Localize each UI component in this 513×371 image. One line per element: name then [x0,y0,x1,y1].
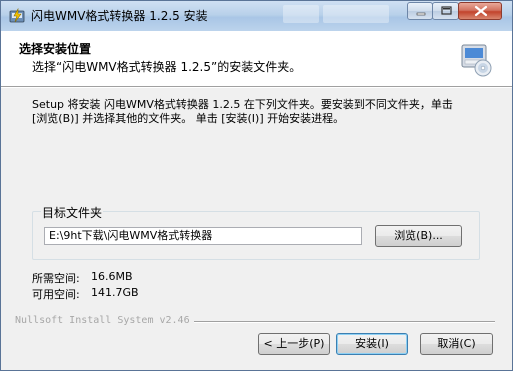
required-space-label: 所需空间: [32,272,80,285]
close-icon [474,5,488,17]
nsis-brand-text: Nullsoft Install System v2.46 [15,315,194,326]
minimize-icon [416,12,426,16]
header-divider [1,86,512,88]
available-space-label: 可用空间: [32,288,80,301]
minimize-button[interactable] [407,2,433,20]
installer-window: 闪电WMV格式转换器 1.2.5 安装 选择安装位置 选择“闪电WMV格式转换器… [0,0,513,371]
destination-folder-label: 目标文件夹 [41,204,104,221]
install-button[interactable]: 安装(I) [336,333,408,355]
installer-app-icon [9,8,25,23]
maximize-icon [441,6,452,15]
instruction-text-line-1: Setup 将安装 闪电WMV格式转换器 1.2.5 在下列文件夹。要安装到不同… [32,98,453,111]
page-subtitle: 选择“闪电WMV格式转换器 1.2.5”的安装文件夹。 [32,60,302,74]
back-button[interactable]: < 上一步(P) [258,333,330,355]
installer-disc-icon [461,44,492,77]
titlebar-glass-reflection [283,5,319,23]
maximize-button[interactable] [432,2,459,20]
close-button[interactable] [458,2,502,20]
available-space-value: 141.7GB [91,286,139,299]
window-title: 闪电WMV格式转换器 1.2.5 安装 [31,9,208,23]
cancel-button[interactable]: 取消(C) [420,333,493,355]
instruction-text-line-2: [浏览(B)] 并选择其他的文件夹。 单击 [安装(I)] 开始安装进程。 [32,112,345,125]
browse-button[interactable]: 浏览(B)... [375,225,462,247]
titlebar-glass-reflection [323,5,389,23]
page-title: 选择安装位置 [19,42,92,56]
page-header: 选择安装位置 选择“闪电WMV格式转换器 1.2.5”的安装文件夹。 [1,31,512,86]
destination-path-input[interactable]: E:\9ht下载\闪电WMV格式转换器 [44,227,362,245]
required-space-value: 16.6MB [91,270,133,283]
title-bar[interactable]: 闪电WMV格式转换器 1.2.5 安装 [1,1,512,31]
